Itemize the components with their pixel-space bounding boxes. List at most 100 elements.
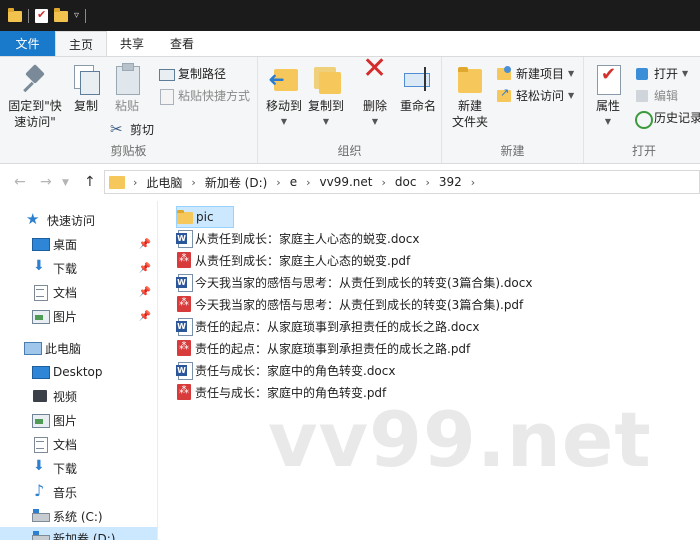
properties-button[interactable]: 属性 ▼ — [590, 63, 626, 130]
chevron-right-icon[interactable]: › — [372, 176, 394, 189]
chevron-down-icon: ▼ — [682, 69, 689, 78]
properties-quick-icon[interactable] — [35, 8, 48, 23]
pin-icon: 📌 — [138, 286, 151, 298]
list-item[interactable]: 今天我当家的感悟与思考：从责任到成长的转变(3篇合集).pdf — [176, 293, 523, 315]
quick-access-dropdown-icon[interactable]: ▿ — [74, 10, 79, 21]
breadcrumb-e[interactable]: e — [290, 175, 297, 189]
chevron-right-icon[interactable]: › — [182, 176, 204, 189]
file-name: 责任与成长：家庭中的角色转变.docx — [195, 363, 396, 378]
open-button[interactable]: 打开 ▼ — [634, 65, 688, 82]
nav-pc-pictures[interactable]: 图片 — [0, 409, 157, 431]
properties-label: 属性 — [595, 99, 620, 113]
folder-icon — [8, 8, 22, 22]
rename-label: 重命名 — [399, 99, 436, 113]
list-item[interactable]: 责任的起点：从家庭琐事到承担责任的成长之路.pdf — [176, 337, 470, 359]
chevron-down-icon: ▼ — [568, 69, 575, 78]
pdf-icon — [176, 340, 192, 356]
chevron-right-icon[interactable]: › — [416, 176, 438, 189]
paste-icon — [111, 63, 143, 95]
breadcrumb-vv99[interactable]: vv99.net — [320, 175, 373, 189]
list-item[interactable]: pic — [176, 206, 234, 228]
nav-documents[interactable]: 文档 📌 — [0, 281, 157, 303]
breadcrumb-drive-d[interactable]: 新加卷 (D:) — [205, 174, 267, 191]
nav-pc-documents[interactable]: 文档 — [0, 433, 157, 455]
nav-desktop[interactable]: 桌面 📌 — [0, 233, 157, 255]
breadcrumb-this-pc[interactable]: 此电脑 — [146, 174, 182, 191]
new-folder-label: 新建 文件夹 — [451, 99, 488, 129]
easy-access-icon — [496, 86, 512, 104]
pin-to-quick-access-button[interactable]: 固定到"快 速访问" — [4, 63, 66, 130]
list-item[interactable]: 今天我当家的感悟与思考：从责任到成长的转变(3篇合集).docx — [176, 271, 532, 293]
list-item[interactable]: 从责任到成长：家庭主人心态的蜕变.pdf — [176, 249, 410, 271]
desktop-icon — [32, 236, 50, 252]
list-item[interactable]: 从责任到成长：家庭主人心态的蜕变.docx — [176, 227, 419, 249]
pin-icon: 📌 — [138, 310, 151, 322]
chevron-right-icon[interactable]: › — [297, 176, 319, 189]
pdf-icon — [176, 384, 192, 400]
copy-path-button[interactable]: 复制路径 — [158, 65, 226, 82]
copy-to-button[interactable]: 复制到 ▼ — [306, 63, 346, 130]
copy-button[interactable]: 复制 — [68, 63, 104, 114]
separator — [85, 8, 87, 23]
nav-videos[interactable]: 视频 — [0, 385, 157, 407]
word-document-icon — [176, 362, 193, 380]
new-folder-button[interactable]: 新建 文件夹 — [450, 63, 490, 130]
tab-share[interactable]: 共享 — [107, 31, 157, 56]
new-item-button[interactable]: 新建项目 ▼ — [496, 65, 574, 82]
nav-label: 视频 — [53, 389, 78, 404]
cut-button[interactable]: 剪切 — [110, 120, 154, 138]
music-icon — [32, 481, 48, 500]
edit-button[interactable]: 编辑 — [634, 87, 678, 104]
nav-quick-access[interactable]: 快速访问 — [0, 209, 157, 231]
file-name: 从责任到成长：家庭主人心态的蜕变.pdf — [195, 253, 411, 268]
address-bar: ← → ▼ ↑ › 此电脑 › 新加卷 (D:) › e › vv99.net … — [0, 164, 700, 201]
pdf-icon — [176, 252, 192, 268]
chevron-down-icon: ▼ — [371, 117, 379, 126]
chevron-down-icon: ▼ — [604, 117, 612, 126]
star-icon — [26, 210, 42, 228]
nav-pc-downloads[interactable]: 下载 — [0, 457, 157, 479]
paste-shortcut-button[interactable]: 粘贴快捷方式 — [158, 87, 250, 105]
pdf-icon — [176, 296, 192, 312]
paste-label: 粘贴 — [114, 99, 139, 113]
history-button[interactable]: 历史记录 — [634, 109, 700, 129]
rename-button[interactable]: 重命名 — [396, 63, 440, 114]
address-box[interactable]: › 此电脑 › 新加卷 (D:) › e › vv99.net › doc › … — [104, 170, 700, 194]
chevron-right-icon[interactable]: › — [267, 176, 289, 189]
nav-pc-desktop[interactable]: Desktop — [0, 361, 157, 383]
nav-pictures[interactable]: 图片 📌 — [0, 305, 157, 327]
move-to-button[interactable]: 移动到 ▼ — [264, 63, 304, 130]
nav-this-pc[interactable]: 此电脑 — [0, 337, 157, 359]
nav-downloads[interactable]: 下载 📌 — [0, 257, 157, 279]
nav-drive-d[interactable]: 新加卷 (D:) — [0, 527, 157, 540]
delete-button[interactable]: 删除 ▼ — [358, 61, 392, 130]
computer-icon — [24, 340, 42, 356]
tab-file[interactable]: 文件 — [0, 31, 55, 56]
new-folder-icon — [454, 63, 486, 95]
new-folder-quick-icon[interactable] — [54, 8, 68, 22]
copy-path-label: 复制路径 — [178, 67, 227, 81]
nav-music[interactable]: 音乐 — [0, 481, 157, 503]
paste-button[interactable]: 粘贴 — [110, 63, 144, 114]
tab-view[interactable]: 查看 — [157, 31, 207, 56]
back-icon[interactable]: ← — [14, 174, 26, 190]
up-icon[interactable]: ↑ — [84, 174, 96, 190]
chevron-right-icon[interactable]: › — [133, 176, 146, 189]
chevron-right-icon[interactable]: › — [462, 176, 484, 189]
rename-icon — [402, 63, 434, 95]
nav-label: 文档 — [53, 437, 78, 452]
recent-locations-icon[interactable]: ▼ — [62, 178, 69, 188]
tab-home[interactable]: 主页 — [55, 31, 108, 56]
list-item[interactable]: 责任的起点：从家庭琐事到承担责任的成长之路.docx — [176, 315, 479, 337]
nav-label: 新加卷 (D:) — [53, 531, 116, 540]
nav-drive-c[interactable]: 系统 (C:) — [0, 505, 157, 527]
list-item[interactable]: 责任与成长：家庭中的角色转变.docx — [176, 359, 395, 381]
forward-icon[interactable]: → — [40, 174, 52, 190]
easy-access-button[interactable]: 轻松访问 ▼ — [496, 86, 574, 104]
ribbon: 固定到"快 速访问" 复制 粘贴 复制路径 粘贴快捷方式 剪切 剪贴板 移动到 … — [0, 56, 700, 164]
breadcrumb-392[interactable]: 392 — [439, 175, 462, 189]
nav-label: 桌面 — [53, 237, 78, 252]
move-to-icon — [268, 63, 300, 95]
new-item-label: 新建项目 — [516, 67, 565, 81]
breadcrumb-doc[interactable]: doc — [395, 175, 417, 189]
